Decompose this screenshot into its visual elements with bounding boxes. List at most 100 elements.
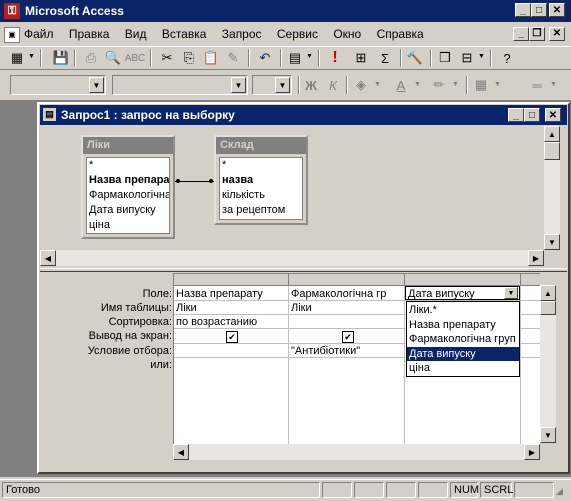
show-checkbox[interactable]: ✔ (224, 330, 238, 344)
column-selector[interactable] (405, 274, 521, 286)
criteria-cell[interactable] (174, 344, 288, 358)
sort-cell[interactable] (289, 315, 404, 329)
scroll-right-icon[interactable]: ▶ (528, 250, 544, 266)
dropdown-option[interactable]: Ліки.* (407, 303, 519, 317)
menu-file[interactable]: Файл (18, 27, 60, 41)
scroll-left-icon[interactable]: ◀ (173, 444, 189, 460)
app-title-bar[interactable]: ⚿ Microsoft Access _ □ ✕ (0, 0, 571, 22)
builder-icon[interactable]: 🔨 (404, 47, 426, 69)
format-painter-icon[interactable]: ✎ (222, 47, 244, 69)
dropdown-option-selected[interactable]: Дата випуску (407, 347, 519, 361)
new-object-dropdown-icon[interactable]: ▼ (478, 53, 485, 60)
table-sklad[interactable]: Склад * назва кількість за рецептом (214, 135, 308, 225)
menu-edit[interactable]: Правка (63, 27, 116, 41)
field-cell[interactable]: Фармакологічна гр (289, 287, 404, 301)
line-width-icon[interactable]: ═ (526, 74, 548, 96)
column-selector[interactable] (174, 274, 289, 286)
line-width-dropdown-icon[interactable]: ▼ (550, 81, 557, 88)
menu-window[interactable]: Окно (327, 27, 367, 41)
field-combo-arrow-icon[interactable]: ▼ (504, 287, 518, 299)
menu-insert[interactable]: Вставка (156, 27, 213, 41)
menu-help[interactable]: Справка (371, 27, 430, 41)
column-selector[interactable] (289, 274, 405, 286)
field-item[interactable]: * (222, 158, 302, 173)
spellcheck-icon[interactable]: ABC (124, 47, 146, 69)
field-cell[interactable]: Назва препарату (174, 287, 288, 301)
resize-grip-icon[interactable]: ◢ (556, 486, 563, 497)
print-icon[interactable]: ⎙ (80, 47, 102, 69)
column-selector[interactable] (521, 274, 540, 286)
field-item[interactable]: Дата випуску (89, 203, 169, 218)
object-combo[interactable]: ▼ (10, 75, 106, 95)
query-type-icon[interactable]: ▤ (284, 47, 306, 69)
menu-query[interactable]: Запрос (216, 27, 268, 41)
font-color-icon[interactable]: A (390, 74, 412, 96)
database-window-icon[interactable]: ❒ (434, 47, 456, 69)
run-icon[interactable]: ! (324, 47, 346, 69)
query-maximize-button[interactable]: □ (524, 108, 540, 122)
field-combo[interactable]: Дата випуску (405, 286, 520, 300)
scroll-up-icon[interactable]: ▲ (540, 285, 556, 301)
query-minimize-button[interactable]: _ (508, 108, 524, 122)
pane-splitter[interactable] (40, 268, 567, 272)
field-item[interactable]: за рецептом (222, 203, 302, 218)
doc-close-button[interactable]: ✕ (549, 27, 565, 41)
paste-icon[interactable]: 📋 (200, 47, 222, 69)
dropdown-option[interactable]: ціна (407, 361, 519, 375)
query-type-dropdown-icon[interactable]: ▼ (306, 53, 313, 60)
cut-icon[interactable]: ✂ (156, 47, 178, 69)
undo-icon[interactable]: ↶ (254, 47, 276, 69)
scroll-thumb[interactable] (544, 142, 560, 160)
field-item[interactable]: ціна (89, 218, 169, 233)
scroll-right-icon[interactable]: ▶ (524, 444, 540, 460)
field-item[interactable]: * (89, 158, 169, 173)
view-icon[interactable]: ▦ (6, 47, 28, 69)
minimize-button[interactable]: _ (515, 3, 531, 17)
field-item[interactable]: Назва препарат (89, 173, 169, 188)
line-color-dropdown-icon[interactable]: ▼ (452, 81, 459, 88)
fill-color-dropdown-icon[interactable]: ▼ (374, 81, 381, 88)
table-pane-vscroll[interactable]: ▲ ▼ (544, 126, 560, 250)
query-close-button[interactable]: ✕ (545, 108, 561, 122)
close-button[interactable]: ✕ (549, 3, 565, 17)
table-pane[interactable]: Ліки * Назва препарат Фармакологічна Дат… (40, 126, 567, 266)
dropdown-option[interactable]: Назва препарату (407, 318, 519, 332)
show-table-icon[interactable]: ⊞ (350, 47, 372, 69)
table-pane-hscroll[interactable]: ◀ ▶ (40, 250, 544, 266)
save-icon[interactable]: 💾 (50, 47, 72, 69)
scroll-down-icon[interactable]: ▼ (540, 427, 556, 443)
dropdown-option[interactable]: Фармакологічна груп (407, 332, 519, 346)
table-liky[interactable]: Ліки * Назва препарат Фармакологічна Дат… (81, 135, 175, 239)
menu-view[interactable]: Вид (119, 27, 153, 41)
copy-icon[interactable]: ⎘ (178, 47, 200, 69)
criteria-cell[interactable]: "Антибіотики" (289, 344, 404, 358)
bold-button[interactable]: Ж (300, 74, 322, 96)
new-object-icon[interactable]: ⊟ (456, 47, 478, 69)
table-cell[interactable]: Ліки (174, 301, 288, 315)
print-preview-icon[interactable]: 🔍 (102, 47, 124, 69)
line-color-icon[interactable]: ✏ (428, 74, 450, 96)
borders-icon[interactable]: ▦ (470, 74, 492, 96)
table-liky-header[interactable]: Ліки (83, 137, 173, 154)
scroll-thumb[interactable] (540, 301, 556, 315)
query-window-title-bar[interactable]: ▤ Запрос1 : запрос на выборку _ □ ✕ (40, 105, 567, 125)
field-item[interactable]: кількість (222, 188, 302, 203)
scroll-down-icon[interactable]: ▼ (544, 234, 560, 250)
maximize-button[interactable]: □ (531, 3, 547, 17)
field-item[interactable]: назва (222, 173, 302, 188)
scroll-up-icon[interactable]: ▲ (544, 126, 560, 142)
font-combo[interactable]: ▼ (112, 75, 248, 95)
italic-button[interactable]: К (322, 74, 344, 96)
doc-restore-button[interactable]: ❐ (529, 27, 545, 41)
table-sklad-header[interactable]: Склад (216, 137, 306, 154)
help-icon[interactable]: ? (496, 47, 518, 69)
table-cell[interactable]: Ліки (289, 301, 404, 315)
font-color-dropdown-icon[interactable]: ▼ (414, 81, 421, 88)
grid-vscroll[interactable]: ▲ ▼ (540, 285, 556, 443)
grid-hscroll[interactable]: ◀ ▶ (173, 444, 540, 460)
sort-cell[interactable]: по возрастанию (174, 315, 288, 329)
font-size-combo[interactable]: ▼ (252, 75, 292, 95)
show-checkbox[interactable]: ✔ (340, 330, 354, 344)
menu-tools[interactable]: Сервис (271, 27, 324, 41)
doc-minimize-button[interactable]: _ (513, 27, 529, 41)
